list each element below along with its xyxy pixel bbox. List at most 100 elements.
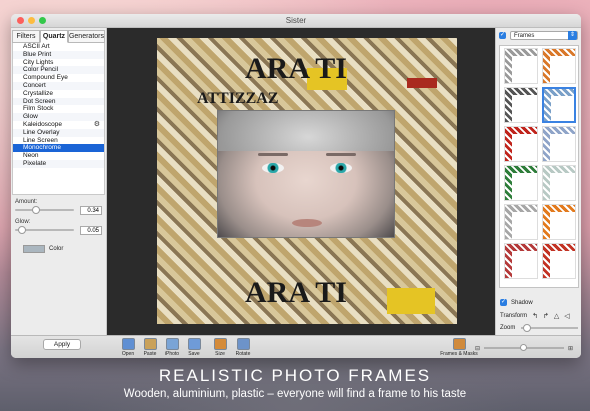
frame-thumbnail-inner — [512, 56, 537, 83]
frame-thumbnail-grey-stone[interactable] — [504, 48, 538, 84]
flip-horizontal-icon[interactable]: ◁ — [564, 312, 569, 320]
color-control: Color — [23, 245, 106, 253]
frame-thumbnail-orange-plain[interactable] — [542, 204, 576, 240]
frame-thumbnail-newspaper[interactable] — [504, 87, 538, 123]
frame-text-top: ARA TI — [245, 52, 347, 85]
filter-item[interactable]: Line Overlay — [13, 128, 104, 137]
portrait-photo — [217, 110, 395, 238]
frame-zoom-slider[interactable] — [521, 324, 578, 332]
glow-slider-knob[interactable] — [17, 226, 26, 234]
save-button[interactable]: Save — [181, 336, 207, 357]
filter-item[interactable]: Kaleidoscope ⚙ — [13, 121, 104, 129]
amount-slider-knob[interactable] — [32, 206, 40, 214]
glow-slider[interactable] — [15, 226, 74, 234]
filter-tabs: Filters Quartz Generators — [12, 30, 105, 43]
tab-generators[interactable]: Generators — [67, 30, 105, 43]
frame-thumbnail-inner — [551, 96, 574, 121]
promo-title: REALISTIC PHOTO FRAMES — [158, 366, 432, 385]
filter-item[interactable]: Line Screen — [13, 137, 104, 145]
tab-quartz[interactable]: Quartz — [39, 30, 68, 43]
iphoto-icon — [165, 338, 179, 350]
frame-thumbnail-inner — [512, 173, 537, 200]
window-title: Sister — [285, 16, 307, 25]
canvas-zoom-control: ⊟ ⊞ — [475, 344, 573, 352]
filter-item[interactable]: Monochrome — [13, 144, 104, 153]
filter-item-label: Kaleidoscope — [23, 120, 63, 128]
filter-item[interactable]: Compound Eye — [13, 74, 104, 82]
save-icon — [187, 338, 201, 350]
amount-slider[interactable] — [15, 206, 74, 214]
app-window: Sister Filters Quartz Generators ASCII A… — [11, 14, 581, 358]
frame-text-middle: ATTIZZAZ — [197, 90, 279, 107]
frame-thumbnail-red-plain[interactable] — [542, 243, 576, 279]
frames-masks-button[interactable]: Frames & Masks — [439, 336, 479, 357]
frame-thumbnail-orange-wood[interactable] — [542, 48, 576, 84]
filter-item[interactable]: Dot Screen — [13, 97, 104, 106]
color-label: Color — [49, 246, 64, 252]
amount-value-field[interactable]: 0.34 — [80, 205, 102, 215]
filter-item[interactable]: Pixelate — [13, 159, 104, 168]
lips — [292, 219, 322, 227]
apply-button[interactable]: Apply — [43, 339, 81, 350]
frames-category-select[interactable]: Frames ⇕ — [510, 31, 578, 40]
frame-thumbnail-inner — [550, 251, 575, 278]
frame-thumbnail-floral[interactable] — [542, 165, 576, 201]
zoom-in-icon[interactable]: ⊞ — [568, 345, 573, 352]
filter-item[interactable]: Crystallize — [13, 90, 104, 98]
rotate-icon — [236, 338, 250, 350]
frame-thumbnail-inner — [512, 95, 537, 122]
transform-label: Transform — [500, 313, 528, 319]
size-icon — [213, 338, 227, 350]
filters-panel: Filters Quartz Generators ASCII Art Blue … — [11, 28, 107, 335]
canvas-zoom-slider[interactable] — [484, 344, 564, 351]
bottom-toolbar: Apply Open Paste iPhoto Save Size Rotate Fram… — [11, 335, 581, 358]
title-bar: Sister — [11, 14, 581, 28]
rotate-button[interactable]: Rotate — [230, 336, 256, 357]
filter-item[interactable]: City Lights — [13, 59, 104, 67]
frame-thumbnail-inner — [550, 134, 575, 161]
filter-item[interactable]: Color Pencil — [13, 66, 104, 75]
canvas-zoom-knob[interactable] — [520, 344, 528, 351]
zoom-label: Zoom — [500, 325, 516, 331]
rotate-right-icon[interactable]: ↱ — [543, 312, 549, 320]
filter-item[interactable]: Neon — [13, 152, 104, 160]
frame-thumbnail-silver-check[interactable] — [504, 204, 538, 240]
frame-yellow-patch-bottom — [387, 288, 435, 314]
frame-thumbnail-blue-sketch[interactable] — [542, 87, 576, 123]
color-well[interactable] — [23, 245, 45, 253]
image-canvas[interactable]: ARA TI ATTIZZAZ ARA TI — [107, 28, 495, 335]
left-eye — [262, 163, 284, 173]
filter-item[interactable]: Concert — [13, 81, 104, 90]
shadow-option: ✓ Shadow — [500, 299, 533, 306]
filter-list[interactable]: ASCII Art Blue Print City Lights Color Penc… — [12, 43, 105, 195]
rotate-left-icon[interactable]: ↰ — [532, 312, 538, 320]
flip-vertical-icon[interactable]: △ — [554, 312, 559, 320]
frame-text-bottom: ARA TI — [245, 276, 347, 309]
paste-icon — [143, 338, 157, 350]
frame-thumbnail-green-xmas[interactable] — [504, 165, 538, 201]
frame-thumbnail-inner — [550, 56, 575, 83]
frame-thumbnail-steel-blue[interactable] — [542, 126, 576, 162]
frame-zoom-knob[interactable] — [523, 324, 532, 332]
frames-category-value: Frames — [514, 33, 535, 39]
shadow-label: Shadow — [511, 299, 533, 306]
zoom-out-icon[interactable]: ⊟ — [475, 345, 480, 352]
shadow-checkbox[interactable]: ✓ — [500, 299, 507, 306]
frame-thumbnail-candy[interactable] — [504, 243, 538, 279]
frame-thumbnail-inner — [512, 212, 537, 239]
glow-value-field[interactable]: 0.05 — [80, 225, 102, 235]
filter-item[interactable]: Glow — [13, 113, 104, 121]
gear-icon[interactable]: ⚙ — [94, 121, 100, 129]
filter-item[interactable]: Film Stock — [13, 105, 104, 113]
frame-thumbnail-red[interactable] — [504, 126, 538, 162]
frames-enable-checkbox[interactable]: ✓ — [499, 32, 506, 39]
filter-item[interactable]: Blue Print — [13, 50, 104, 59]
filter-item[interactable]: ASCII Art — [13, 43, 104, 51]
frames-gallery[interactable] — [499, 45, 579, 288]
left-eyebrow — [258, 153, 288, 156]
amount-control: Amount: 0.34 — [11, 195, 106, 215]
frame-thumbnail-inner — [512, 134, 537, 161]
frame-zoom-control: Zoom — [500, 324, 578, 332]
frames-masks-icon — [452, 338, 466, 350]
tab-filters[interactable]: Filters — [12, 30, 40, 43]
